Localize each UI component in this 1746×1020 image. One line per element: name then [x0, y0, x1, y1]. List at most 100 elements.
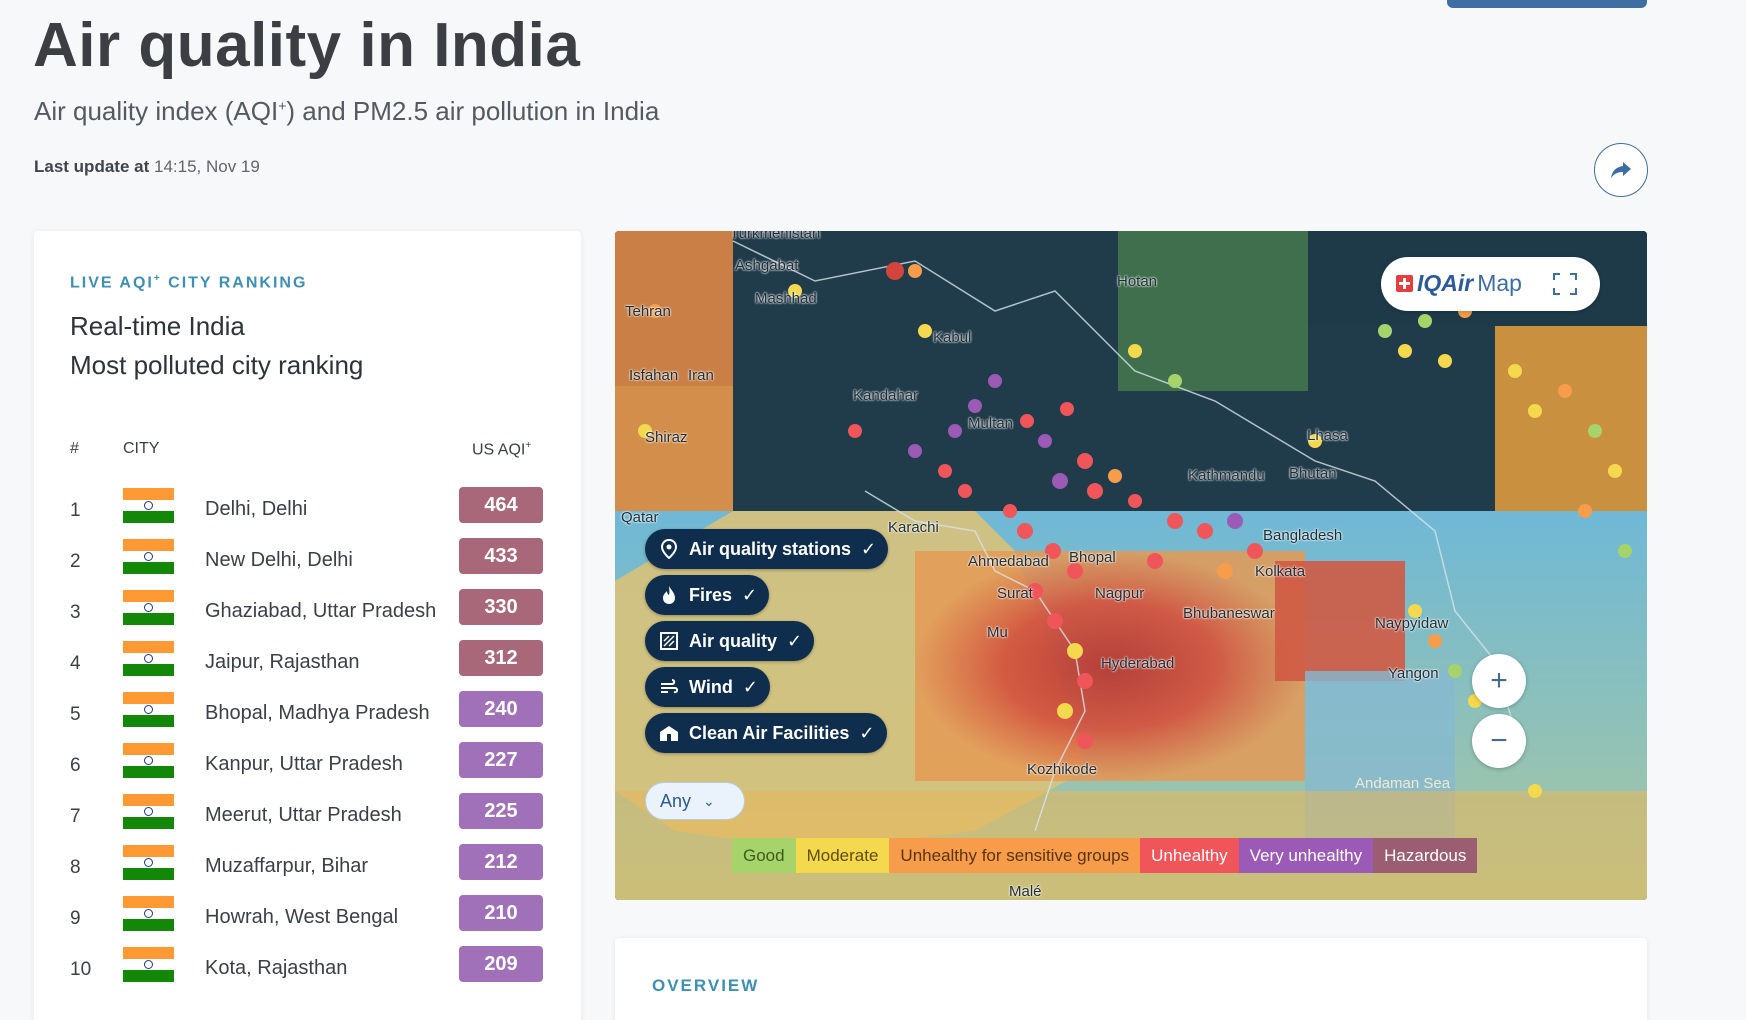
fullscreen-icon[interactable]: [1553, 273, 1577, 295]
aqi-badge: 312: [459, 640, 543, 676]
map-label: Qatar: [621, 509, 659, 526]
legend-unhealthy: Unhealthy: [1140, 838, 1239, 873]
map-label: Multan: [968, 415, 1014, 432]
map-label: Ahmedabad: [968, 553, 1049, 570]
ranking-row[interactable]: 10 Kota, Rajasthan 209: [34, 945, 581, 995]
map-label: Mu: [987, 624, 1008, 641]
minus-icon: −: [1490, 724, 1508, 757]
map-label: Malé: [1009, 883, 1042, 900]
ranking-row[interactable]: 4 Jaipur, Rajasthan 312: [34, 639, 581, 689]
ranking-title-line2: Most polluted city ranking: [70, 350, 364, 380]
ranking-row[interactable]: 5 Bhopal, Madhya Pradesh 240: [34, 690, 581, 740]
check-icon: ✓: [861, 538, 877, 559]
column-header-city: CITY: [123, 440, 160, 457]
row-city-link[interactable]: Kota, Rajasthan: [205, 957, 347, 980]
legend-good: Good: [732, 838, 796, 873]
row-rank: 5: [70, 704, 81, 725]
legend-hazardous: Hazardous: [1373, 838, 1478, 873]
air-quality-map[interactable]: Turkmenistan Ashgabat Mashhad Tehran Isf…: [615, 231, 1647, 900]
share-icon: [1611, 162, 1631, 178]
column-header-rank: #: [70, 440, 79, 457]
row-city-link[interactable]: Ghaziabad, Uttar Pradesh: [205, 600, 436, 623]
map-label: Bhubaneswar: [1183, 605, 1275, 622]
zoom-out-button[interactable]: −: [1472, 714, 1526, 768]
map-label: Kabul: [933, 329, 972, 346]
row-rank: 7: [70, 806, 81, 827]
row-rank: 2: [70, 551, 81, 572]
aqi-badge: 240: [459, 691, 543, 727]
india-flag-icon: [123, 488, 174, 524]
layer-toggle-wind[interactable]: Wind ✓: [645, 667, 770, 707]
map-label: Shiraz: [645, 429, 688, 446]
row-rank: 9: [70, 908, 81, 929]
map-label: Turkmenistan: [730, 231, 821, 242]
layer-toggle-stations[interactable]: Air quality stations ✓: [645, 529, 889, 569]
check-icon: ✓: [742, 584, 758, 605]
row-city-link[interactable]: Kanpur, Uttar Pradesh: [205, 753, 403, 776]
india-flag-icon: [123, 692, 174, 728]
layer-toggle-fires[interactable]: Fires ✓: [645, 575, 770, 615]
chevron-down-icon: ⌄: [703, 792, 715, 809]
ranking-row[interactable]: 6 Kanpur, Uttar Pradesh 227: [34, 741, 581, 791]
page-subtitle: Air quality index (AQI+) and PM2.5 air p…: [34, 96, 660, 126]
row-rank: 3: [70, 602, 81, 623]
map-label: Hotan: [1117, 273, 1158, 290]
header-action-button[interactable]: [1447, 0, 1647, 8]
india-flag-icon: [123, 794, 174, 830]
ranking-row[interactable]: 9 Howrah, West Bengal 210: [34, 894, 581, 944]
row-rank: 6: [70, 755, 81, 776]
legend-very-unhealthy: Very unhealthy: [1238, 838, 1374, 873]
row-rank: 1: [70, 500, 81, 521]
map-label: Tehran: [625, 303, 671, 320]
aqi-badge: 225: [459, 793, 543, 829]
row-city-link[interactable]: Meerut, Uttar Pradesh: [205, 804, 402, 827]
overview-eyebrow: OVERVIEW: [652, 976, 760, 995]
map-label: Bhutan: [1289, 465, 1337, 482]
row-city-link[interactable]: Howrah, West Bengal: [205, 906, 398, 929]
row-city-link[interactable]: Jaipur, Rajasthan: [205, 651, 360, 674]
india-flag-icon: [123, 743, 174, 779]
india-flag-icon: [123, 539, 174, 575]
last-update-value: 14:15, Nov 19: [153, 157, 260, 176]
layer-toggle-clean-air-facilities[interactable]: Clean Air Facilities ✓: [645, 713, 887, 753]
overview-card: OVERVIEW: [615, 938, 1647, 1020]
filter-select[interactable]: Any ⌄: [645, 782, 745, 820]
share-button[interactable]: [1594, 143, 1648, 197]
ranking-eyebrow: LIVE AQI+ CITY RANKING: [70, 273, 308, 292]
swiss-cross-icon: [1396, 275, 1413, 292]
map-label: Mashhad: [755, 290, 817, 307]
map-label: Bhopal: [1069, 549, 1116, 566]
column-header-aqi: US AQI+: [472, 440, 532, 459]
row-city-link[interactable]: Muzaffarpur, Bihar: [205, 855, 368, 878]
aqi-badge: 209: [459, 946, 543, 982]
ranking-row[interactable]: 7 Meerut, Uttar Pradesh 225: [34, 792, 581, 842]
row-rank: 4: [70, 653, 81, 674]
map-label: Nagpur: [1095, 585, 1145, 602]
india-flag-icon: [123, 947, 174, 983]
ranking-row[interactable]: 2 New Delhi, Delhi 433: [34, 537, 581, 587]
row-city-link[interactable]: Delhi, Delhi: [205, 498, 307, 521]
row-city-link[interactable]: Bhopal, Madhya Pradesh: [205, 702, 430, 725]
india-flag-icon: [123, 845, 174, 881]
fire-icon: [659, 585, 679, 605]
india-flag-icon: [123, 641, 174, 677]
map-label: Ashgabat: [735, 257, 799, 274]
last-update-label: Last update at: [34, 157, 150, 176]
zoom-in-button[interactable]: +: [1472, 654, 1526, 708]
aqi-legend: Good Moderate Unhealthy for sensitive gr…: [732, 838, 1478, 873]
aqi-badge: 330: [459, 589, 543, 625]
legend-moderate: Moderate: [795, 838, 890, 873]
map-label: Naypyidaw: [1375, 615, 1449, 632]
row-rank: 8: [70, 857, 81, 878]
map-label: Andaman Sea: [1355, 775, 1451, 792]
iqair-map-brand[interactable]: IQAir Map: [1381, 257, 1600, 311]
ranking-row[interactable]: 3 Ghaziabad, Uttar Pradesh 330: [34, 588, 581, 638]
map-label: Kolkata: [1255, 563, 1306, 580]
row-city-link[interactable]: New Delhi, Delhi: [205, 549, 353, 572]
layer-toggle-air-quality[interactable]: Air quality ✓: [645, 621, 815, 661]
map-label: Iran: [688, 367, 714, 384]
map-label: Surat: [997, 585, 1033, 602]
ranking-row[interactable]: 8 Muzaffarpur, Bihar 212: [34, 843, 581, 893]
wind-icon: [659, 677, 679, 697]
ranking-row[interactable]: 1 Delhi, Delhi 464: [34, 486, 581, 536]
